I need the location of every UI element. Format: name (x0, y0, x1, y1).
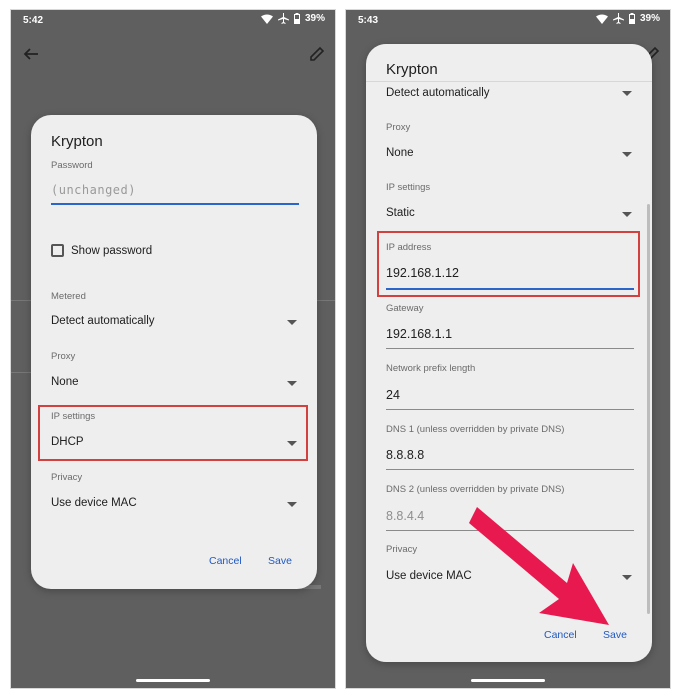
wifi-network-dialog: Krypton Password (unchanged) Show passwo… (31, 115, 317, 589)
arrow-back-icon[interactable] (23, 46, 39, 67)
arrow-pointer-icon (469, 507, 609, 625)
status-icons: 39% (595, 13, 660, 24)
privacy-select[interactable]: Use device MAC (386, 570, 472, 582)
metered-select[interactable]: Detect automatically (51, 315, 155, 327)
title-divider (366, 81, 652, 82)
scrollbar[interactable] (647, 204, 650, 614)
prefix-length-label: Network prefix length (386, 363, 476, 374)
pencil-icon[interactable] (309, 46, 325, 67)
gateway-underline (386, 348, 634, 349)
proxy-label: Proxy (386, 122, 411, 133)
status-icons: 39% (260, 13, 325, 24)
privacy-label: Privacy (386, 544, 418, 555)
wifi-icon (595, 14, 608, 24)
dns2-input[interactable]: 8.8.4.4 (386, 509, 424, 523)
chevron-down-icon[interactable] (622, 212, 632, 217)
password-field[interactable]: (unchanged) (51, 183, 136, 197)
ip-settings-label: IP settings (386, 182, 431, 193)
status-bar: 5:42 39% (11, 10, 335, 32)
privacy-label: Privacy (51, 472, 83, 483)
home-indicator[interactable] (136, 679, 210, 682)
gateway-input[interactable]: 192.168.1.1 (386, 327, 452, 341)
show-password-label[interactable]: Show password (71, 245, 152, 257)
status-bar: 5:43 39% (346, 10, 670, 32)
airplane-icon (277, 13, 289, 24)
show-password-checkbox[interactable] (51, 244, 64, 257)
save-button[interactable]: Save (268, 555, 292, 567)
chevron-down-icon[interactable] (622, 575, 632, 580)
highlight-box-ip-address (377, 231, 640, 297)
dialog-title: Krypton (386, 61, 438, 78)
chevron-down-icon[interactable] (287, 502, 297, 507)
password-field-underline (51, 203, 299, 205)
chevron-down-icon[interactable] (287, 381, 297, 386)
gateway-label: Gateway (386, 303, 424, 314)
dns1-input[interactable]: 8.8.8.8 (386, 448, 424, 462)
prefix-length-underline (386, 409, 634, 410)
status-time: 5:43 (358, 15, 379, 26)
chevron-down-icon[interactable] (287, 320, 297, 325)
privacy-select[interactable]: Use device MAC (51, 497, 137, 509)
proxy-select[interactable]: None (51, 376, 79, 388)
proxy-select[interactable]: None (386, 147, 414, 159)
status-time: 5:42 (23, 15, 44, 26)
dialog-title: Krypton (51, 133, 103, 150)
battery-percent: 39% (639, 13, 660, 24)
highlight-box-ip-settings (38, 405, 308, 461)
cancel-button[interactable]: Cancel (209, 555, 242, 567)
background-divider (11, 372, 31, 373)
battery-percent: 39% (304, 13, 325, 24)
metered-label: Metered (51, 291, 86, 302)
battery-icon (293, 13, 300, 24)
prefix-length-input[interactable]: 24 (386, 388, 400, 402)
dns2-label: DNS 2 (unless overridden by private DNS) (386, 484, 565, 495)
metered-select[interactable]: Detect automatically (386, 87, 490, 99)
dns1-label: DNS 1 (unless overridden by private DNS) (386, 424, 565, 435)
battery-icon (628, 13, 635, 24)
chevron-down-icon[interactable] (622, 152, 632, 157)
wifi-icon (260, 14, 273, 24)
airplane-icon (612, 13, 624, 24)
right-screenshot: 5:43 39% Krypton Detect automatically Pr… (345, 9, 671, 689)
home-indicator[interactable] (471, 679, 545, 682)
left-screenshot: 5:42 39% Krypton Password (unchanged) Sh… (10, 9, 336, 689)
ip-settings-select[interactable]: Static (386, 207, 415, 219)
password-label: Password (51, 160, 93, 171)
chevron-down-icon[interactable] (622, 91, 632, 96)
proxy-label: Proxy (51, 351, 76, 362)
dns1-underline (386, 469, 634, 470)
